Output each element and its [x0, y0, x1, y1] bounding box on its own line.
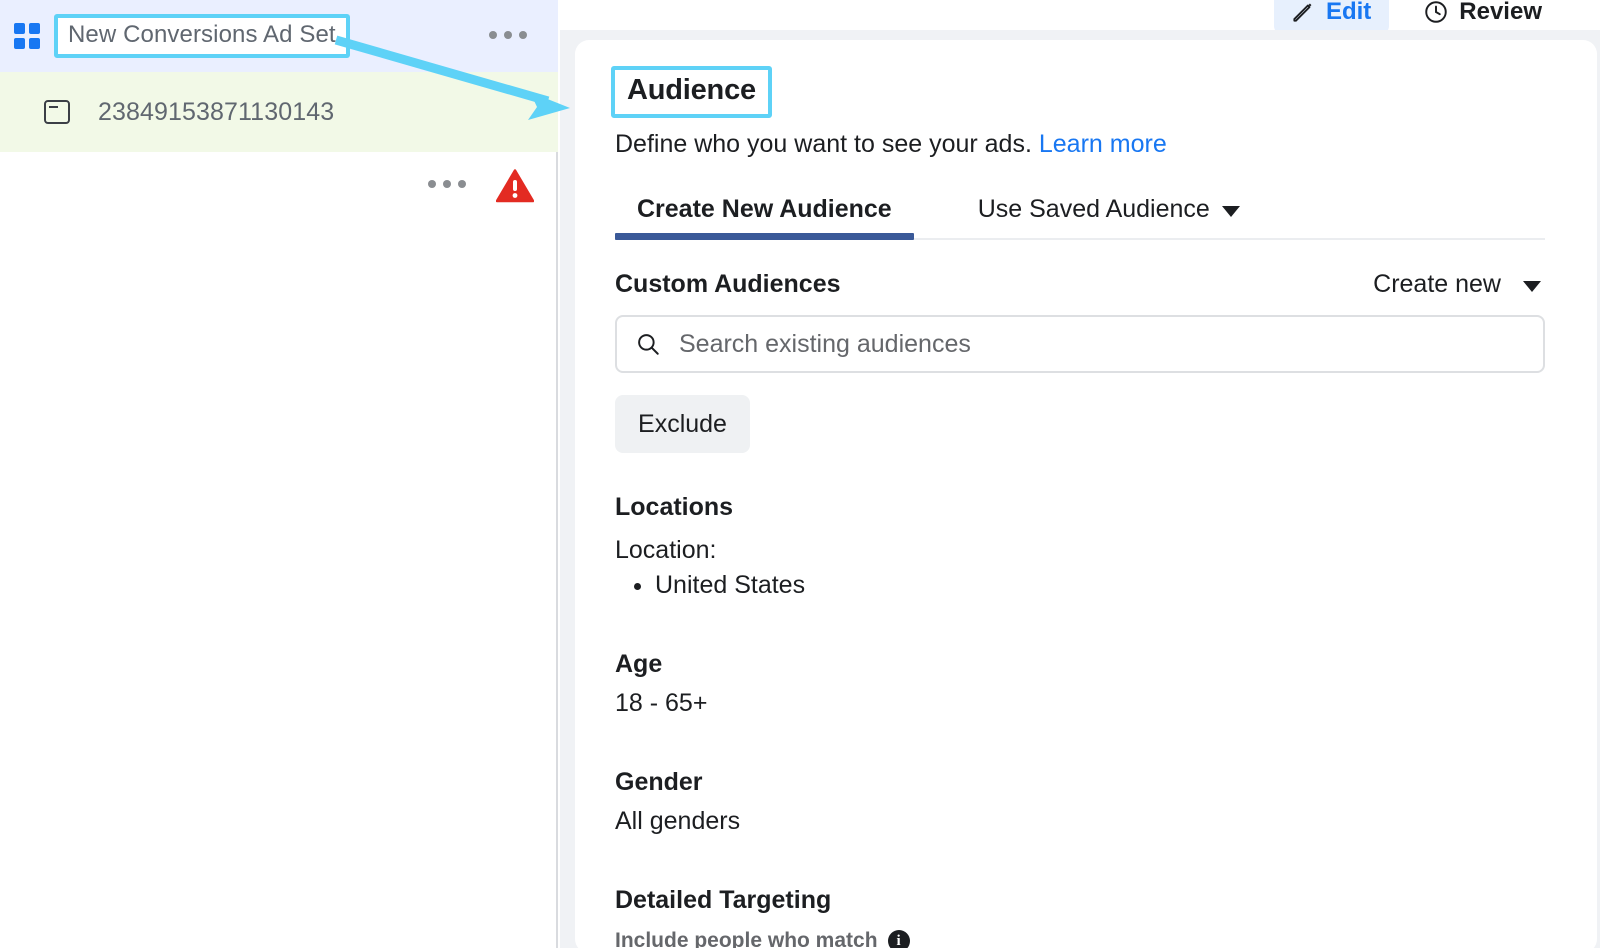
- warning-triangle-icon[interactable]: [496, 169, 534, 203]
- ad-set-name-highlight-box[interactable]: New Conversions Ad Set: [54, 14, 350, 58]
- review-button[interactable]: Review: [1407, 0, 1560, 30]
- gender-value: All genders: [615, 807, 741, 835]
- ad-id-label: 23849153871130143: [98, 97, 335, 126]
- search-input-placeholder[interactable]: Search existing audiences: [679, 330, 971, 359]
- list-item: United States: [655, 571, 1569, 600]
- audience-card: Audience Define who you want to see your…: [575, 40, 1597, 948]
- create-new-audience-button[interactable]: Create new: [1373, 270, 1545, 299]
- include-people-who-match-label: Include people who match: [615, 929, 878, 948]
- edit-button-label: Edit: [1325, 0, 1372, 25]
- ad-set-name-label: New Conversions Ad Set: [68, 21, 336, 48]
- ad-kebab-menu-icon[interactable]: [428, 180, 466, 188]
- screenshot-root: New Conversions Ad Set 23849153871130143: [0, 0, 1600, 948]
- tab-create-new-audience-label: Create New Audience: [637, 195, 892, 223]
- custom-audiences-header: Custom Audiences Create new: [615, 270, 1545, 299]
- edit-button[interactable]: Edit: [1273, 0, 1390, 30]
- search-audiences-field[interactable]: Search existing audiences: [615, 315, 1545, 373]
- exclude-button-label: Exclude: [638, 409, 727, 438]
- tab-create-new-audience[interactable]: Create New Audience: [615, 189, 914, 240]
- locations-list: United States: [607, 571, 1569, 600]
- audience-tabs: Create New Audience Use Saved Audience: [615, 189, 1545, 240]
- page-title: Audience: [627, 74, 756, 106]
- top-action-bar: Edit Review: [560, 0, 1600, 30]
- tab-use-saved-audience[interactable]: Use Saved Audience: [956, 189, 1262, 238]
- learn-more-link[interactable]: Learn more: [1039, 130, 1167, 158]
- gender-section-title: Gender: [615, 768, 703, 796]
- include-people-who-match-row: Include people who match i: [615, 929, 1569, 948]
- grid-icon: [14, 23, 40, 49]
- clock-icon: [1425, 1, 1448, 23]
- campaign-navigation-sidebar: New Conversions Ad Set 23849153871130143: [0, 0, 558, 948]
- create-new-label: Create new: [1373, 270, 1501, 298]
- tab-use-saved-audience-label: Use Saved Audience: [977, 195, 1210, 223]
- audience-subtitle-text: Define who you want to see your ads.: [615, 130, 1032, 158]
- age-section-title: Age: [615, 650, 663, 678]
- sidebar-row-ad-set[interactable]: New Conversions Ad Set: [0, 0, 558, 72]
- location-label: Location:: [615, 536, 717, 564]
- chevron-down-icon: [1221, 206, 1240, 217]
- ad-set-kebab-menu-icon[interactable]: [489, 31, 527, 39]
- chevron-down-icon: [1523, 281, 1541, 292]
- info-icon[interactable]: i: [887, 930, 910, 948]
- sidebar-row-ad[interactable]: 23849153871130143: [0, 72, 558, 203]
- locations-section-title: Locations: [615, 493, 734, 521]
- ad-window-icon: [44, 100, 70, 124]
- exclude-button[interactable]: Exclude: [615, 395, 750, 453]
- detailed-targeting-section-title: Detailed Targeting: [615, 886, 832, 914]
- pencil-icon: [1293, 3, 1312, 22]
- custom-audiences-label: Custom Audiences: [615, 270, 841, 298]
- audience-heading-highlight-box: Audience: [611, 66, 772, 118]
- search-icon: [638, 334, 659, 355]
- audience-subtitle: Define who you want to see your ads. Lea…: [615, 130, 1569, 159]
- review-button-label: Review: [1459, 0, 1542, 25]
- age-value: 18 - 65+: [615, 689, 708, 717]
